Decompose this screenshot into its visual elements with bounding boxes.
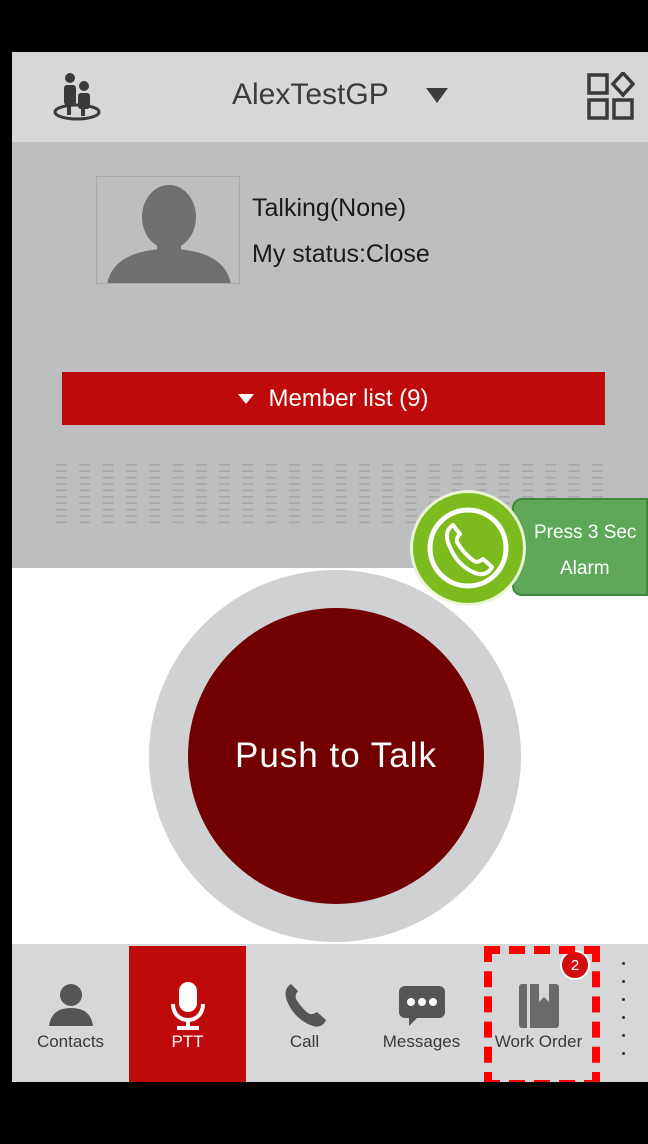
alarm-button[interactable] [410,490,526,606]
alarm-hint-line2: Alarm [560,558,610,579]
chevron-down-icon[interactable] [426,88,448,103]
nav-ptt[interactable]: PTT [129,946,246,1082]
top-header: AlexTestGP [12,52,648,142]
nav-messages[interactable]: Messages [363,946,480,1082]
status-bar [0,0,648,52]
alarm-hint-line1: Press 3 Sec [534,522,637,543]
selection-highlight [484,946,600,1088]
triangle-down-icon [238,393,255,404]
member-list-label: Member list (9) [268,384,429,412]
nav-messages-label: Messages [382,1032,461,1051]
nav-contacts-label: Contacts [36,1032,105,1051]
system-nav-bar [0,1082,648,1144]
phone-icon [285,984,326,1027]
more-dots-icon[interactable] [618,962,628,1072]
person-icon [48,984,93,1026]
ptt-area: Push to Talk [12,568,648,944]
nav-call-label: Call [289,1032,320,1051]
nav-call[interactable]: Call [246,946,363,1082]
nav-ptt-label: PTT [171,1032,204,1051]
apps-grid-icon[interactable] [586,70,636,122]
push-to-talk-button[interactable]: Push to Talk [188,608,484,904]
group-title[interactable]: AlexTestGP [232,78,389,112]
chat-bubble-icon [398,986,445,1026]
talking-status: Talking(None) [252,194,407,222]
phone-icon [427,507,509,589]
microphone-icon [170,982,205,1030]
nav-contacts[interactable]: Contacts [12,946,129,1082]
group-users-icon[interactable] [52,70,102,124]
avatar [96,176,240,284]
alarm-hint[interactable]: Press 3 Sec Alarm [512,498,648,596]
my-status: My status:Close [252,240,430,268]
member-list-button[interactable]: Member list (9) [62,372,605,425]
